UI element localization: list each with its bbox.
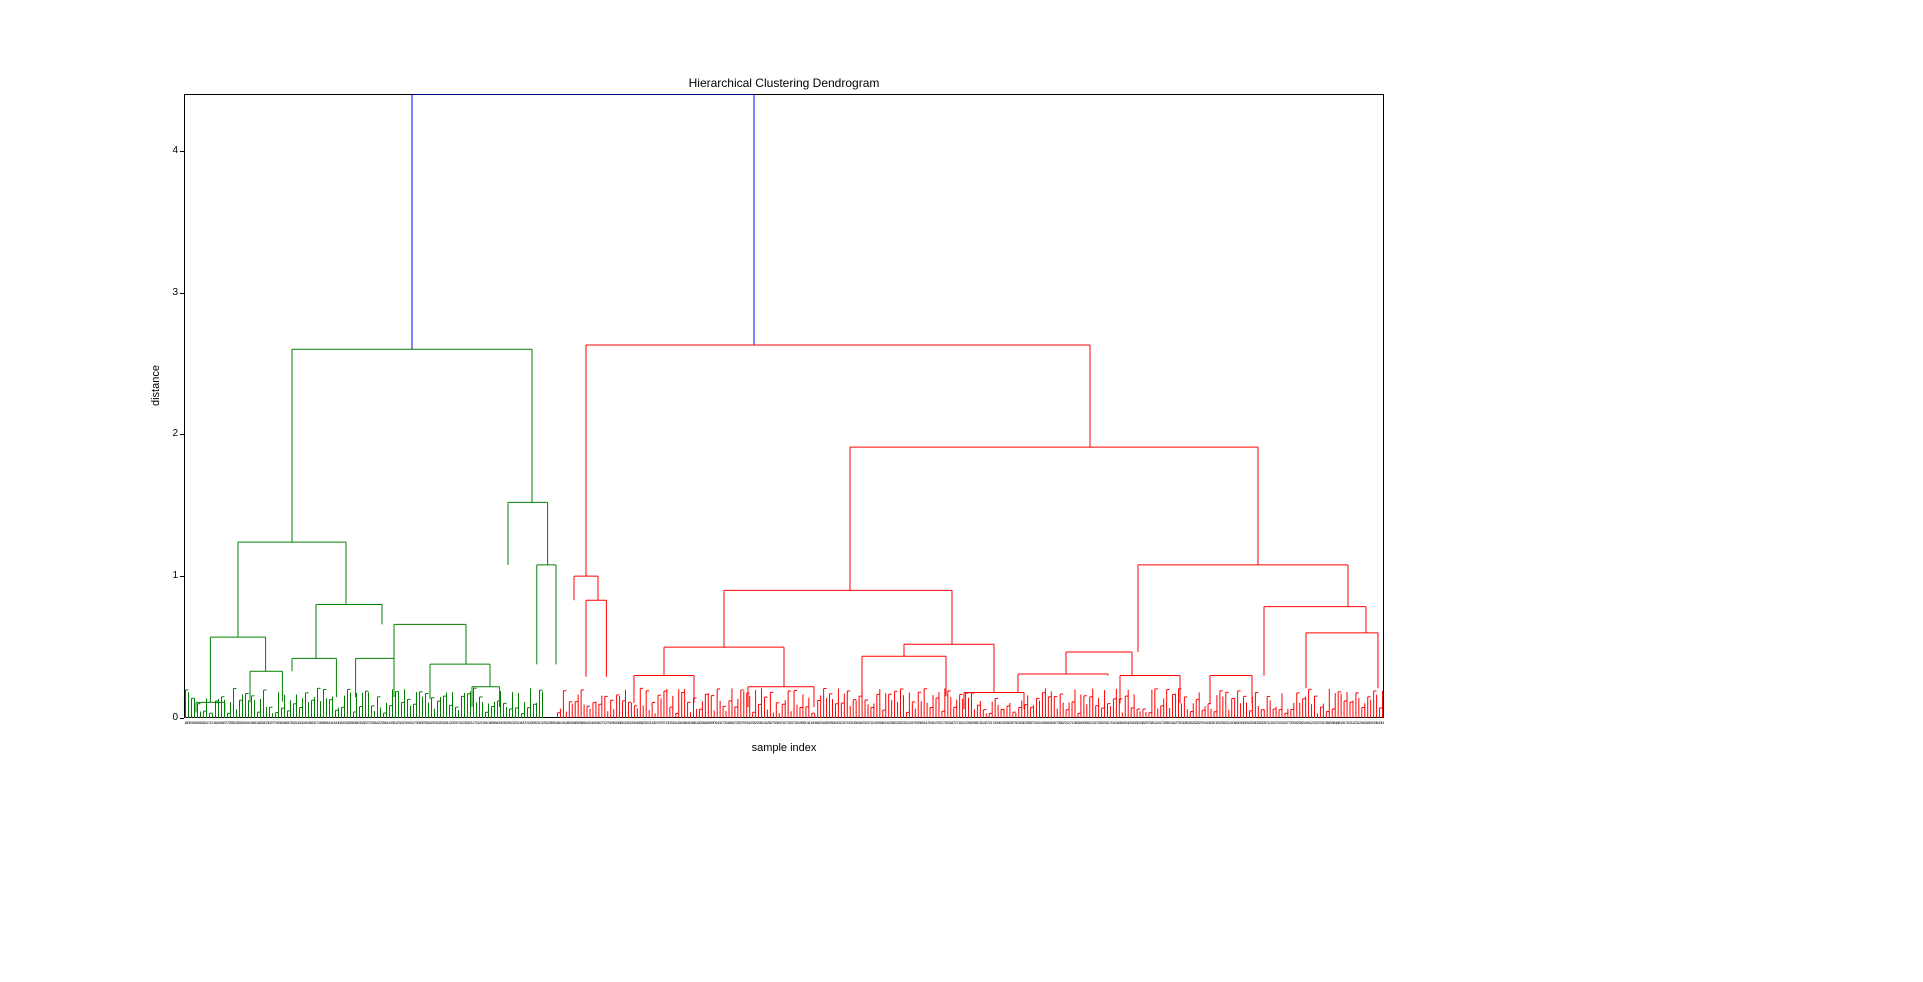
y-tick-label: 2 — [164, 428, 178, 439]
y-tick-label: 3 — [164, 287, 178, 298]
x-axis-label: sample index — [184, 742, 1384, 754]
y-axis-label: distance — [150, 365, 162, 406]
y-tick-label: 0 — [164, 712, 178, 723]
dendrogram-plot — [184, 94, 1384, 718]
y-tick-label: 4 — [164, 145, 178, 156]
dendrogram-svg — [184, 94, 1384, 718]
y-tick-label: 1 — [164, 570, 178, 581]
x-axis-sample-indices: 1809326926261171216183837725515355163193… — [184, 720, 1384, 738]
y-tick-mark — [180, 718, 184, 719]
chart-title: Hierarchical Clustering Dendrogram — [184, 76, 1384, 90]
